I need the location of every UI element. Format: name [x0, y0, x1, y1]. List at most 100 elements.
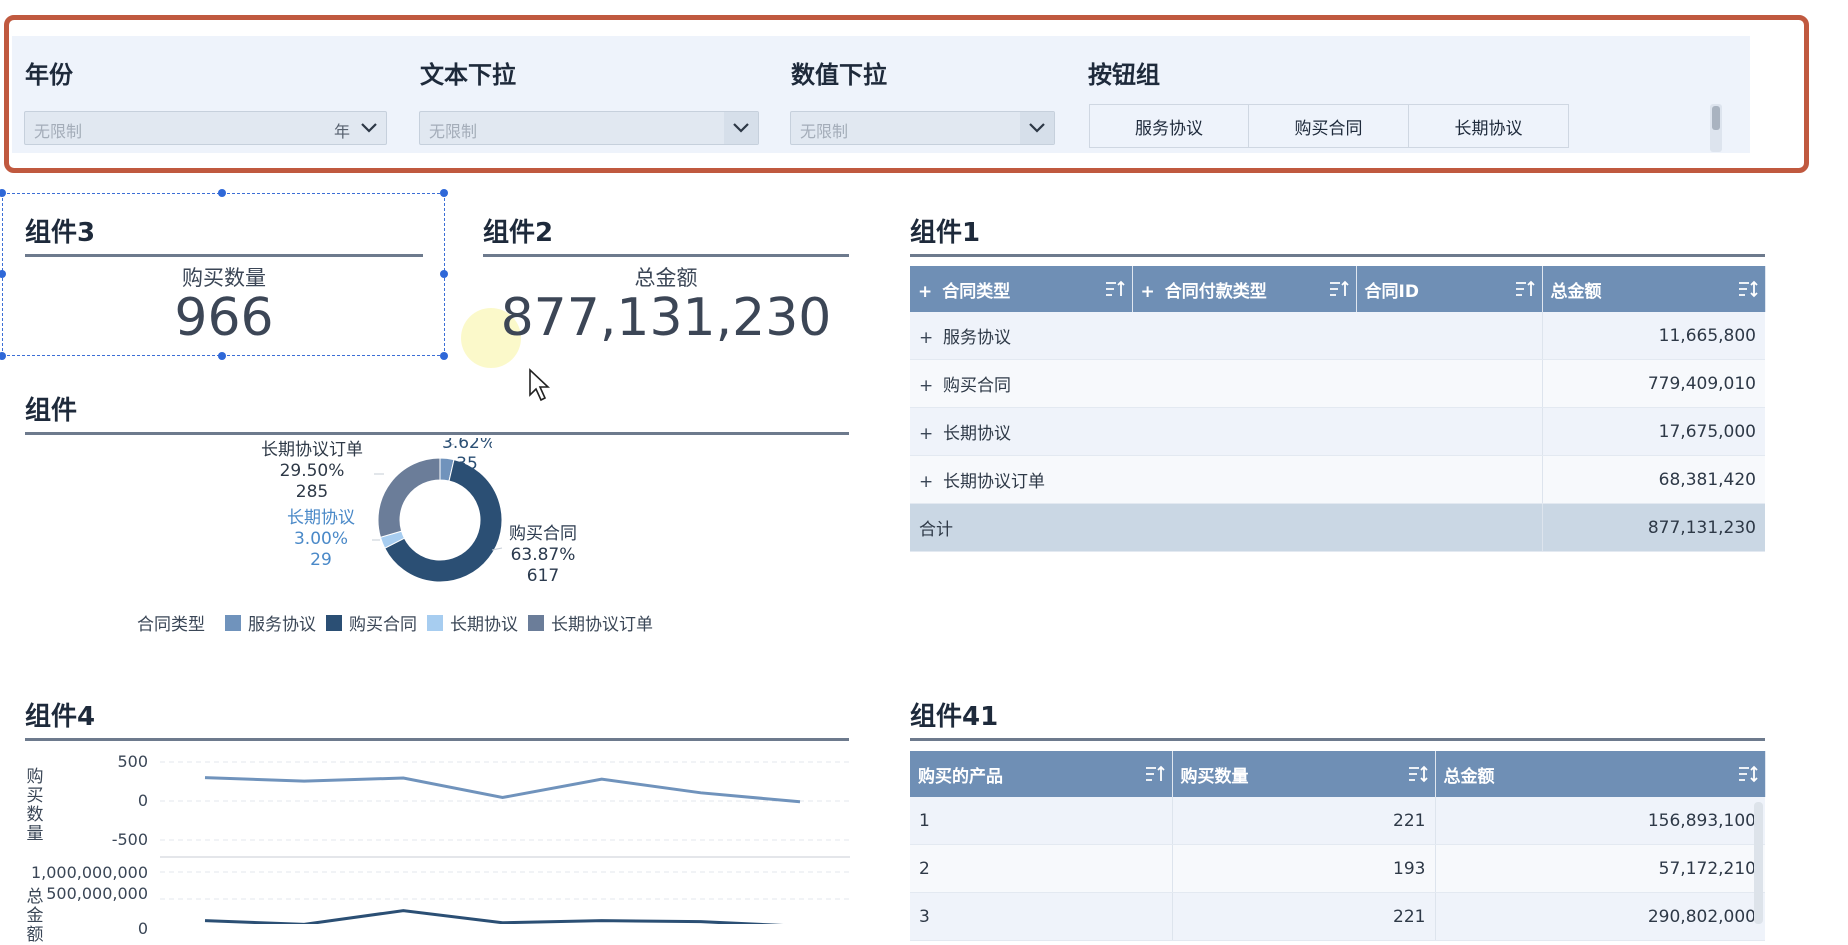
column-header-contract-type[interactable]: + 合同类型 [910, 266, 1133, 312]
legend-item-service[interactable]: 服务协议 [248, 610, 316, 635]
text-dropdown-select[interactable]: 无限制 [419, 111, 759, 145]
mouse-pointer-icon [529, 368, 551, 402]
widget4-title: 组件4 [25, 702, 96, 732]
contract-type-cell: 服务协议 [943, 328, 1011, 348]
button-service-agreement[interactable]: 服务协议 [1089, 104, 1249, 148]
donut-legend: 合同类型 服务协议 购买合同 长期协议 长期协议订单 [137, 610, 653, 635]
expand-plus-icon[interactable]: + [918, 282, 932, 302]
table-row[interactable]: 1 221 156,893,100 [910, 797, 1765, 845]
column-header-quantity[interactable]: 购买数量 [1172, 751, 1436, 797]
chevron-down-icon[interactable] [352, 112, 386, 144]
expand-plus-icon[interactable]: + [919, 328, 933, 348]
table-row[interactable]: 3 221 290,802,000 [910, 892, 1765, 941]
sort-icon[interactable] [1407, 764, 1429, 784]
product-cell: 3 [910, 892, 1173, 941]
table-row[interactable]: + 长期协议订单 68,381,420 [910, 455, 1765, 504]
amount-cell: 779,409,010 [1542, 359, 1765, 408]
total-row: 合计 877,131,230 [910, 503, 1765, 552]
column-header-contract-id[interactable]: 合同ID [1356, 266, 1543, 312]
resize-handle[interactable] [218, 352, 226, 360]
sort-ascending-icon[interactable] [1104, 279, 1126, 299]
text-dropdown-label: 文本下拉 [420, 61, 516, 89]
series-line-quantity[interactable] [204, 776, 801, 804]
widget-title-underline [25, 432, 849, 435]
product-cell: 1 [910, 797, 1173, 845]
expand-plus-icon[interactable]: + [1141, 282, 1155, 302]
total-amount: 877,131,230 [1542, 503, 1765, 552]
donut-label-service: 3.62% 35 [442, 438, 492, 476]
filter-scrollbar-thumb[interactable] [1712, 106, 1720, 130]
table-scrollbar[interactable] [1754, 802, 1763, 924]
sort-ascending-icon[interactable] [1514, 279, 1536, 299]
column-header-payment-type[interactable]: + 合同付款类型 [1132, 266, 1357, 312]
widget-title: 组件 [25, 396, 78, 426]
total-label: 合计 [910, 503, 1543, 552]
widget1-title-underline [910, 254, 1765, 257]
sort-ascending-icon[interactable] [1328, 279, 1350, 299]
longterm-order-name: 长期协议订单 [261, 440, 363, 460]
contract-type-cell: 长期协议 [943, 424, 1011, 444]
amount-cell: 17,675,000 [1542, 407, 1765, 456]
legend-swatch-purchase [326, 614, 342, 631]
longterm-order-count: 285 [295, 482, 329, 502]
year-select[interactable]: 无限制 年 [24, 111, 387, 145]
table-row[interactable]: 2 193 57,172,210 [910, 844, 1765, 893]
legend-swatch-longterm-order [528, 614, 544, 631]
number-dropdown-label: 数值下拉 [791, 61, 887, 89]
longterm-name: 长期协议 [287, 508, 355, 528]
button-group-label: 按钮组 [1088, 61, 1160, 89]
text-dropdown-placeholder: 无限制 [429, 122, 478, 141]
expand-plus-icon[interactable]: + [919, 472, 933, 492]
legend-item-longterm[interactable]: 长期协议 [450, 610, 518, 635]
year-select-placeholder: 无限制 [34, 122, 83, 141]
chevron-down-icon[interactable] [1020, 112, 1054, 144]
amount-cell: 68,381,420 [1542, 455, 1765, 504]
contract-type-cell: 购买合同 [943, 376, 1011, 396]
purchase-count: 617 [526, 566, 560, 586]
button-group: 服务协议 购买合同 长期协议 [1089, 104, 1569, 148]
purchase-percent: 63.87% [510, 545, 576, 565]
sort-icon[interactable] [1737, 764, 1759, 784]
number-dropdown-placeholder: 无限制 [800, 122, 849, 141]
amount-cell: 11,665,800 [1542, 312, 1765, 360]
line-charts [160, 761, 850, 924]
resize-handle[interactable] [440, 352, 448, 360]
sort-ascending-icon[interactable] [1144, 764, 1166, 784]
resize-handle[interactable] [440, 189, 448, 197]
widget41-table: 购买的产品 购买数量 总金额 1 221 156,893,100 2 193 5… [910, 751, 1766, 941]
resize-handle[interactable] [0, 352, 6, 360]
legend-swatch-service [225, 614, 241, 631]
donut-label-purchase: 购买合同 63.87% 617 [502, 524, 584, 587]
button-purchase-contract[interactable]: 购买合同 [1249, 104, 1409, 148]
amount-cell: 290,802,000 [1435, 892, 1765, 941]
donut-label-longterm-order: 长期协议订单 29.50% 285 [252, 440, 372, 503]
column-header-total-amount[interactable]: 总金额 [1435, 751, 1766, 797]
table-row[interactable]: + 长期协议 17,675,000 [910, 407, 1765, 456]
column-header-product[interactable]: 购买的产品 [910, 751, 1173, 797]
expand-plus-icon[interactable]: + [919, 376, 933, 396]
column-header-total-amount[interactable]: 总金额 [1542, 266, 1766, 312]
chevron-down-icon[interactable] [724, 112, 758, 144]
table-row[interactable]: + 购买合同 779,409,010 [910, 359, 1765, 408]
purchase-name: 购买合同 [509, 524, 577, 544]
amount-cell: 57,172,210 [1435, 844, 1765, 893]
legend-item-longterm-order[interactable]: 长期协议订单 [551, 610, 653, 635]
resize-handle[interactable] [218, 189, 226, 197]
legend-title: 合同类型 [137, 615, 205, 635]
table-row[interactable]: + 服务协议 11,665,800 [910, 312, 1765, 360]
sort-icon[interactable] [1737, 279, 1759, 299]
widget41-title: 组件41 [910, 702, 999, 732]
service-count: 35 [456, 454, 478, 474]
product-cell: 2 [910, 844, 1173, 893]
legend-item-purchase[interactable]: 购买合同 [349, 610, 417, 635]
resize-handle[interactable] [440, 270, 448, 278]
service-percent: 3.62% [442, 438, 492, 453]
longterm-count: 29 [310, 550, 332, 570]
widget3-title-underline [25, 254, 423, 257]
number-dropdown-select[interactable]: 无限制 [790, 111, 1055, 145]
expand-plus-icon[interactable]: + [919, 424, 933, 444]
legend-swatch-longterm [427, 614, 443, 631]
button-longterm-agreement[interactable]: 长期协议 [1409, 104, 1569, 148]
series-line-amount[interactable] [204, 909, 800, 924]
longterm-percent: 3.00% [293, 529, 348, 549]
